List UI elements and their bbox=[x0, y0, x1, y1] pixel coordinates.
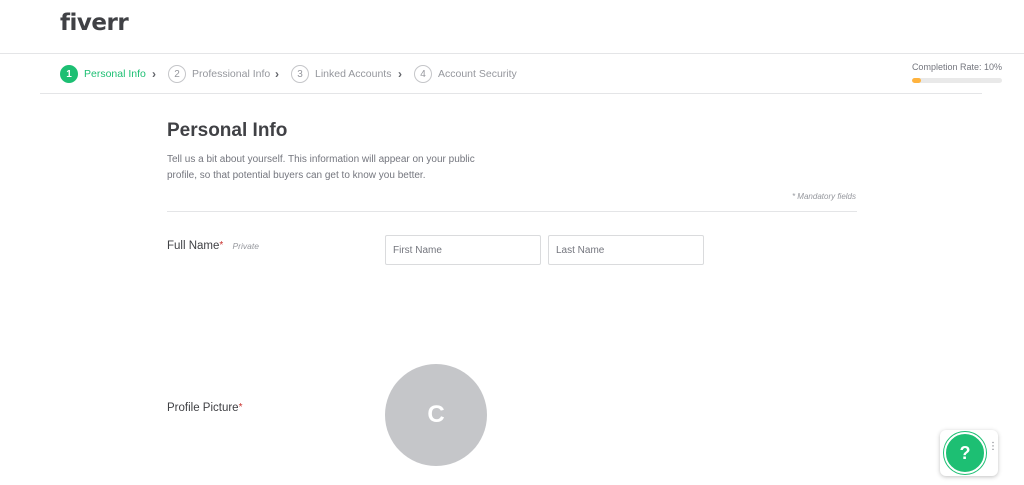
full-name-text: Full Name bbox=[167, 240, 220, 252]
profile-picture-text: Profile Picture bbox=[167, 402, 239, 414]
chevron-right-icon: › bbox=[152, 67, 156, 81]
step-personal-info[interactable]: 1 Personal Info bbox=[60, 64, 146, 84]
help-question-icon[interactable]: ? bbox=[944, 432, 986, 474]
step-number: 2 bbox=[168, 65, 186, 83]
onboarding-steps: 1 Personal Info › 2 Professional Info › … bbox=[40, 54, 1002, 94]
step-linked-accounts[interactable]: 3 Linked Accounts bbox=[291, 64, 391, 84]
profile-picture-label: Profile Picture* bbox=[167, 402, 243, 414]
step-label: Linked Accounts bbox=[315, 68, 392, 80]
step-professional-info[interactable]: 2 Professional Info bbox=[168, 64, 270, 84]
intro-text: Tell us a bit about yourself. This infor… bbox=[167, 154, 475, 181]
step-label: Personal Info bbox=[84, 68, 146, 80]
step-label: Account Security bbox=[438, 68, 517, 80]
top-header: fiverr bbox=[0, 0, 1024, 54]
step-number: 4 bbox=[414, 65, 432, 83]
first-name-input[interactable] bbox=[385, 235, 541, 265]
more-options-icon[interactable]: ⋮ bbox=[988, 442, 998, 462]
private-note: Private bbox=[232, 241, 259, 251]
required-mark: * bbox=[219, 240, 224, 251]
required-mark: * bbox=[238, 402, 243, 413]
completion-progress-bar bbox=[912, 78, 1002, 83]
chevron-right-icon: › bbox=[275, 67, 279, 81]
step-account-security[interactable]: 4 Account Security bbox=[414, 64, 517, 84]
chevron-right-icon: › bbox=[398, 67, 402, 81]
step-label: Professional Info bbox=[192, 68, 271, 80]
personal-info-form: Personal Info Tell us a bit about yourse… bbox=[167, 120, 857, 466]
fiverr-logo[interactable]: fiverr bbox=[60, 10, 129, 36]
completion-rate: Completion Rate: 10% bbox=[872, 62, 1002, 83]
mandatory-fields-note: * Mandatory fields bbox=[791, 192, 856, 201]
profile-picture-avatar[interactable]: C bbox=[385, 364, 487, 466]
completion-progress-fill bbox=[912, 78, 921, 83]
full-name-label: Full Name* Private bbox=[167, 240, 259, 252]
step-number: 1 bbox=[60, 65, 78, 83]
page-title: Personal Info bbox=[167, 120, 288, 141]
last-name-input[interactable] bbox=[548, 235, 704, 265]
step-number: 3 bbox=[291, 65, 309, 83]
completion-label: Completion Rate: 10% bbox=[911, 62, 1002, 72]
help-widget: ? ⋮ bbox=[940, 430, 998, 476]
divider bbox=[167, 211, 857, 212]
